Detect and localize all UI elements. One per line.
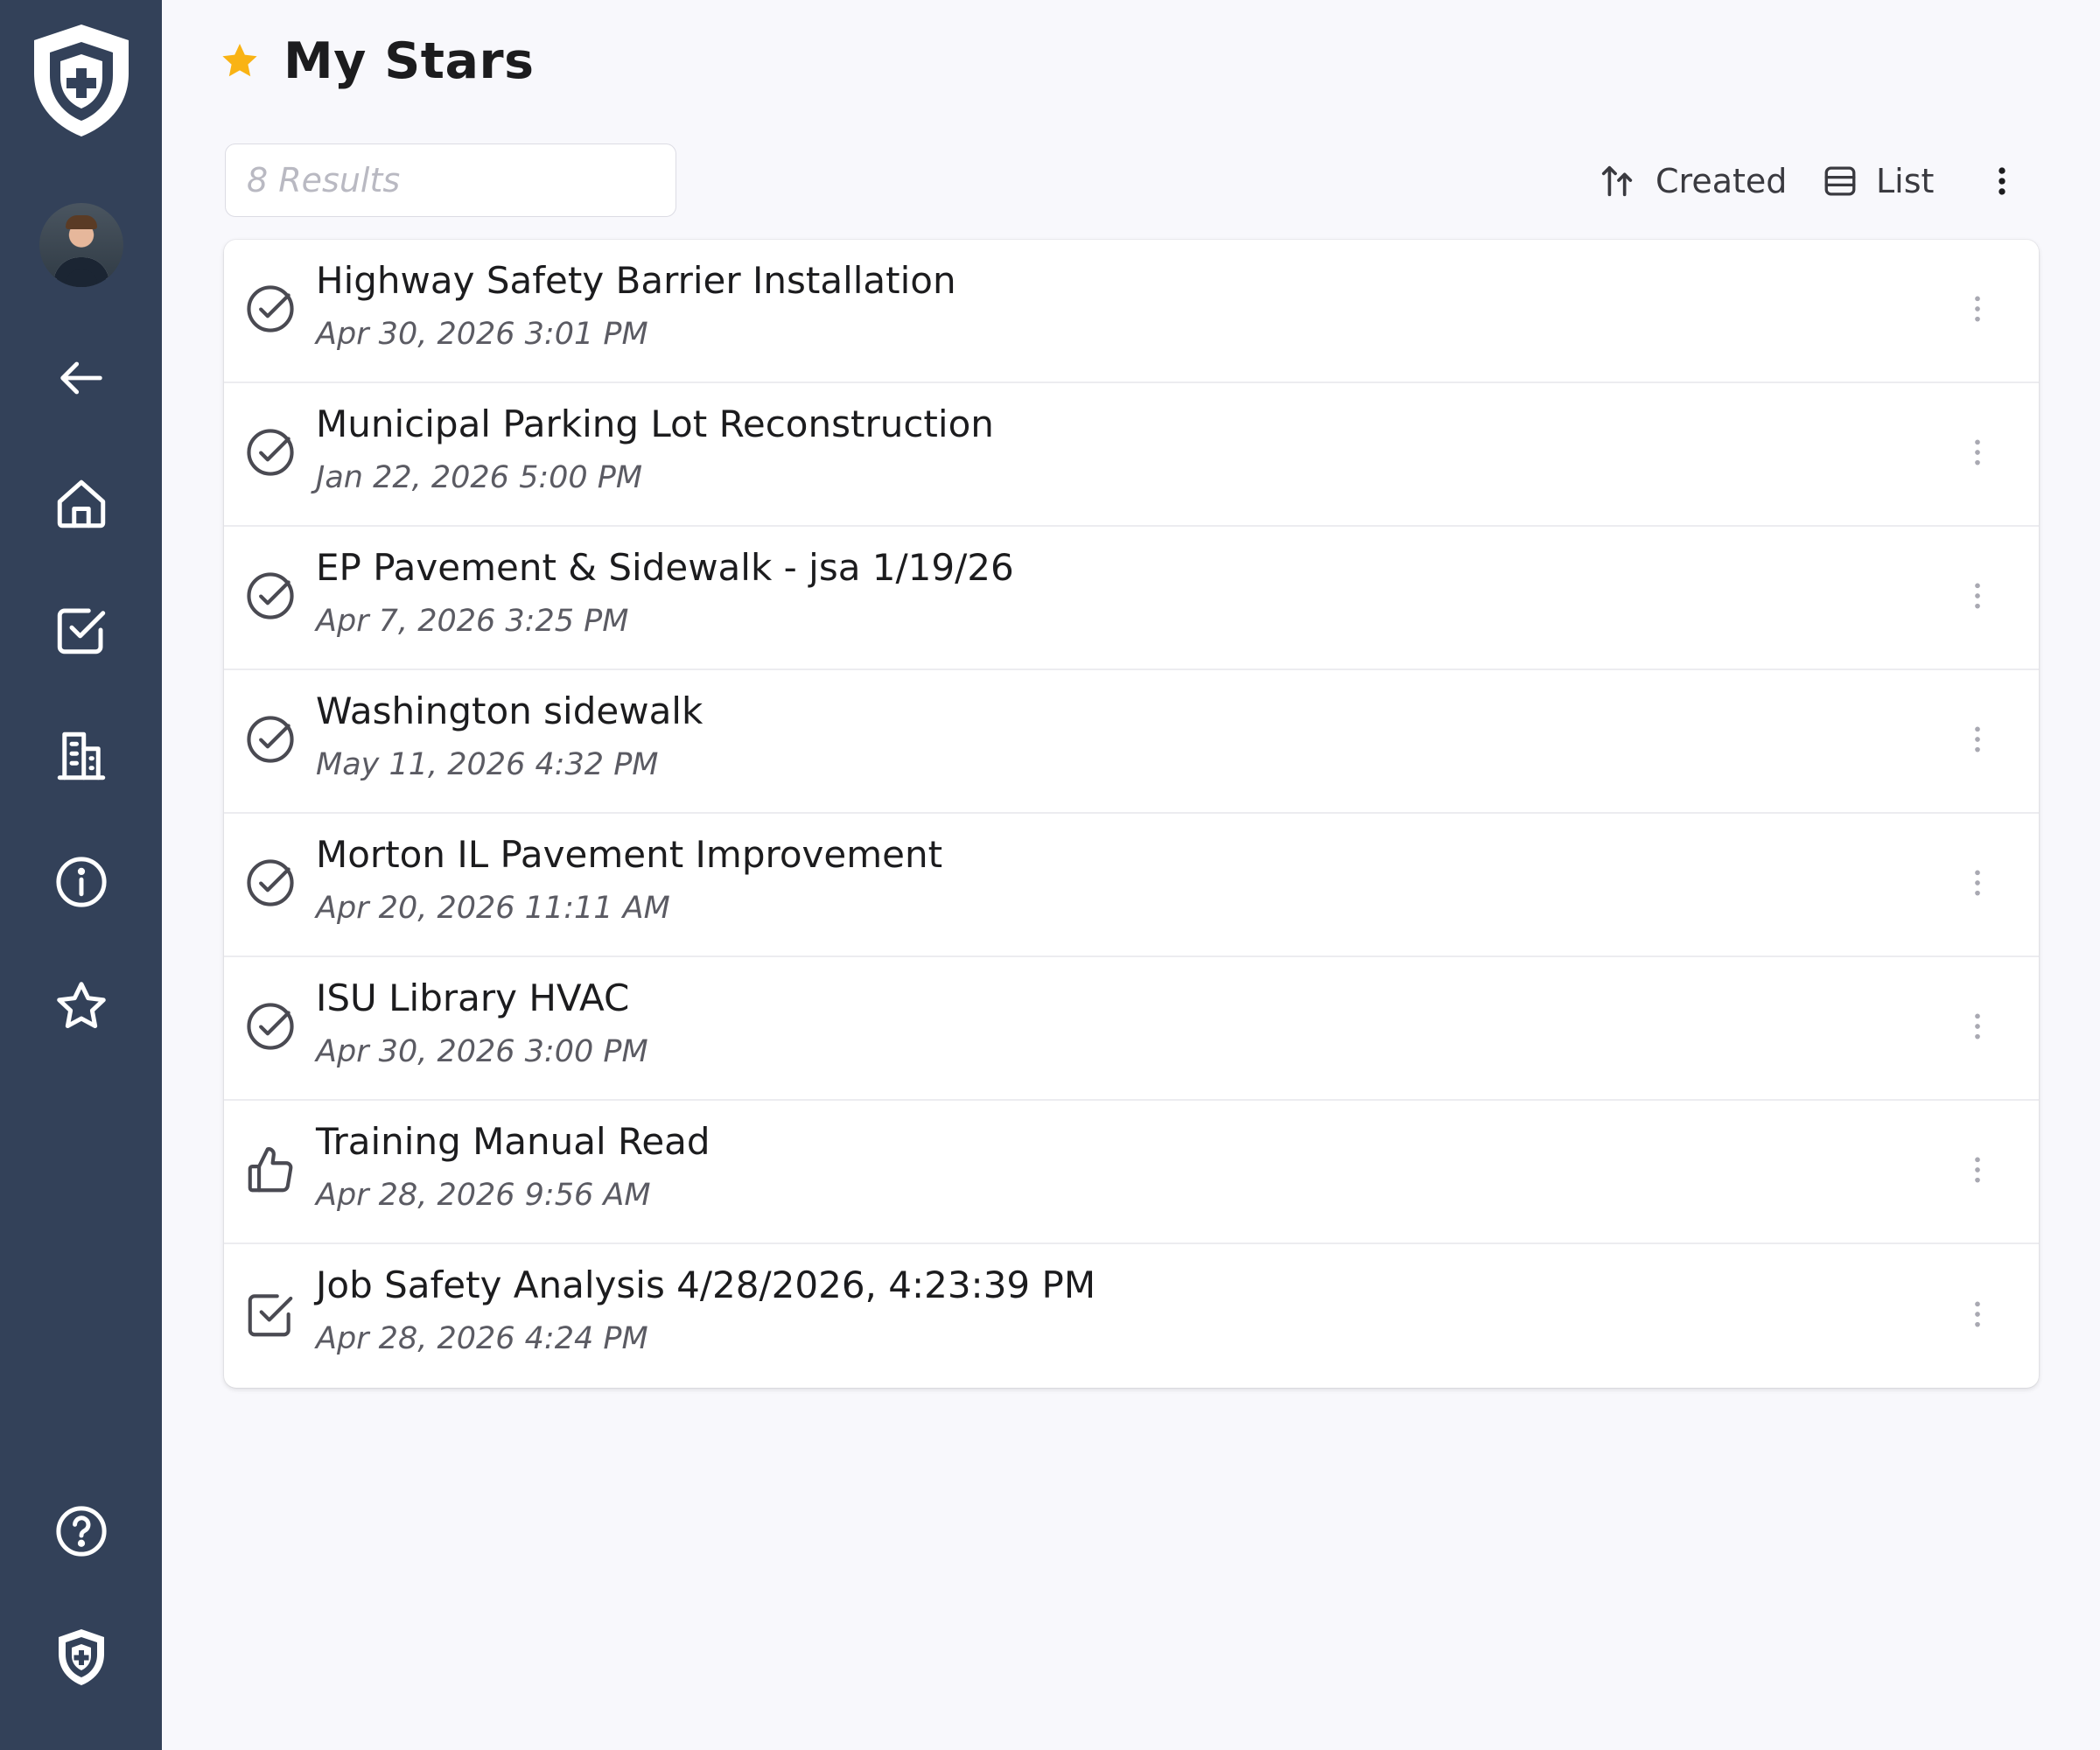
star-outline-icon xyxy=(56,982,106,1029)
nav-help[interactable] xyxy=(0,1503,162,1559)
circle-check-icon xyxy=(243,282,298,340)
item-date: Apr 30, 2026 3:00 PM xyxy=(316,1034,648,1069)
item-title: Washington sidewalk xyxy=(316,690,704,732)
view-label: List xyxy=(1876,162,1935,200)
circle-check-icon xyxy=(243,425,298,483)
item-date: May 11, 2026 4:32 PM xyxy=(316,747,659,782)
view-button[interactable]: List xyxy=(1822,150,1934,212)
list-item[interactable]: Morton IL Pavement Improvement Apr 20, 20… xyxy=(224,814,2039,957)
square-check-icon xyxy=(243,1287,298,1345)
row-more-icon[interactable] xyxy=(1960,575,1995,620)
sort-control[interactable]: Created xyxy=(1598,161,1787,201)
app-logo[interactable] xyxy=(0,19,162,142)
row-more-icon[interactable] xyxy=(1960,1293,1995,1339)
list-item[interactable]: Job Safety Analysis 4/28/2026, 4:23:39 P… xyxy=(224,1244,2039,1388)
list-item[interactable]: Training Manual Read Apr 28, 2026 9:56 AM xyxy=(224,1101,2039,1244)
arrow-left-icon xyxy=(60,361,102,395)
home-icon xyxy=(57,480,105,528)
nav-home[interactable] xyxy=(0,476,162,532)
list-item[interactable]: Municipal Parking Lot Reconstruction Jan … xyxy=(224,383,2039,527)
sort-label: Created xyxy=(1656,162,1788,200)
row-more-icon[interactable] xyxy=(1960,431,1995,477)
row-more-icon[interactable] xyxy=(1960,862,1995,907)
starred-list: Highway Safety Barrier Installation Apr 3… xyxy=(224,240,2039,1388)
star-icon xyxy=(222,44,257,77)
shield-small-icon xyxy=(58,1629,104,1685)
vertical-dots-icon xyxy=(1998,167,2006,195)
item-title: Morton IL Pavement Improvement xyxy=(316,833,943,876)
item-title: Highway Safety Barrier Installation xyxy=(316,259,956,302)
avatar xyxy=(38,203,123,287)
item-date: Apr 30, 2026 3:01 PM xyxy=(316,317,648,352)
item-date: Jan 22, 2026 5:00 PM xyxy=(316,460,643,495)
row-more-icon[interactable] xyxy=(1960,1149,1995,1194)
row-more-icon[interactable] xyxy=(1960,288,1995,333)
item-title: Job Safety Analysis 4/28/2026, 4:23:39 P… xyxy=(316,1264,1096,1306)
item-date: Apr 7, 2026 3:25 PM xyxy=(316,604,629,639)
circle-check-icon xyxy=(243,999,298,1057)
list-view-icon xyxy=(1824,166,1856,196)
info-icon xyxy=(55,857,107,907)
item-date: Apr 20, 2026 11:11 AM xyxy=(316,891,670,926)
row-more-icon[interactable] xyxy=(1960,1005,1995,1051)
sort-button[interactable]: Created xyxy=(1598,150,1787,212)
help-icon xyxy=(55,1506,107,1557)
nav-brand[interactable] xyxy=(0,1626,162,1689)
item-date: Apr 28, 2026 9:56 AM xyxy=(316,1178,651,1213)
user-avatar-button[interactable] xyxy=(0,203,162,287)
page-header: My Stars xyxy=(219,32,535,90)
item-title: EP Pavement & Sidewalk - jsa 1/19/26 xyxy=(316,546,1014,589)
view-control[interactable]: List xyxy=(1822,162,1934,200)
building-icon xyxy=(57,732,105,780)
search-input[interactable] xyxy=(225,144,676,217)
shield-logo-icon xyxy=(33,24,129,136)
row-more-icon[interactable] xyxy=(1960,718,1995,764)
page-title: My Stars xyxy=(284,32,535,90)
back-button[interactable] xyxy=(0,350,162,406)
circle-check-icon xyxy=(243,569,298,626)
sort-arrows-icon xyxy=(1601,165,1633,197)
circle-check-icon xyxy=(243,856,298,914)
more-options-button[interactable] xyxy=(1983,150,2021,212)
list-item[interactable]: Highway Safety Barrier Installation Apr 3… xyxy=(224,240,2039,383)
thumbs-up-icon xyxy=(243,1143,298,1200)
nav-info[interactable] xyxy=(0,854,162,910)
circle-check-icon xyxy=(243,712,298,770)
list-item[interactable]: ISU Library HVAC Apr 30, 2026 3:00 PM xyxy=(224,957,2039,1101)
nav-stars[interactable] xyxy=(0,978,162,1034)
item-title: ISU Library HVAC xyxy=(316,976,630,1019)
list-item[interactable]: EP Pavement & Sidewalk - jsa 1/19/26 Apr … xyxy=(224,527,2039,670)
checkbox-icon xyxy=(57,608,105,654)
sidebar xyxy=(0,0,162,1750)
list-item[interactable]: Washington sidewalk May 11, 2026 4:32 PM xyxy=(224,670,2039,814)
item-date: Apr 28, 2026 4:24 PM xyxy=(316,1321,648,1356)
item-title: Municipal Parking Lot Reconstruction xyxy=(316,402,994,445)
nav-tasks[interactable] xyxy=(0,602,162,658)
item-title: Training Manual Read xyxy=(316,1120,710,1163)
nav-buildings[interactable] xyxy=(0,728,162,784)
